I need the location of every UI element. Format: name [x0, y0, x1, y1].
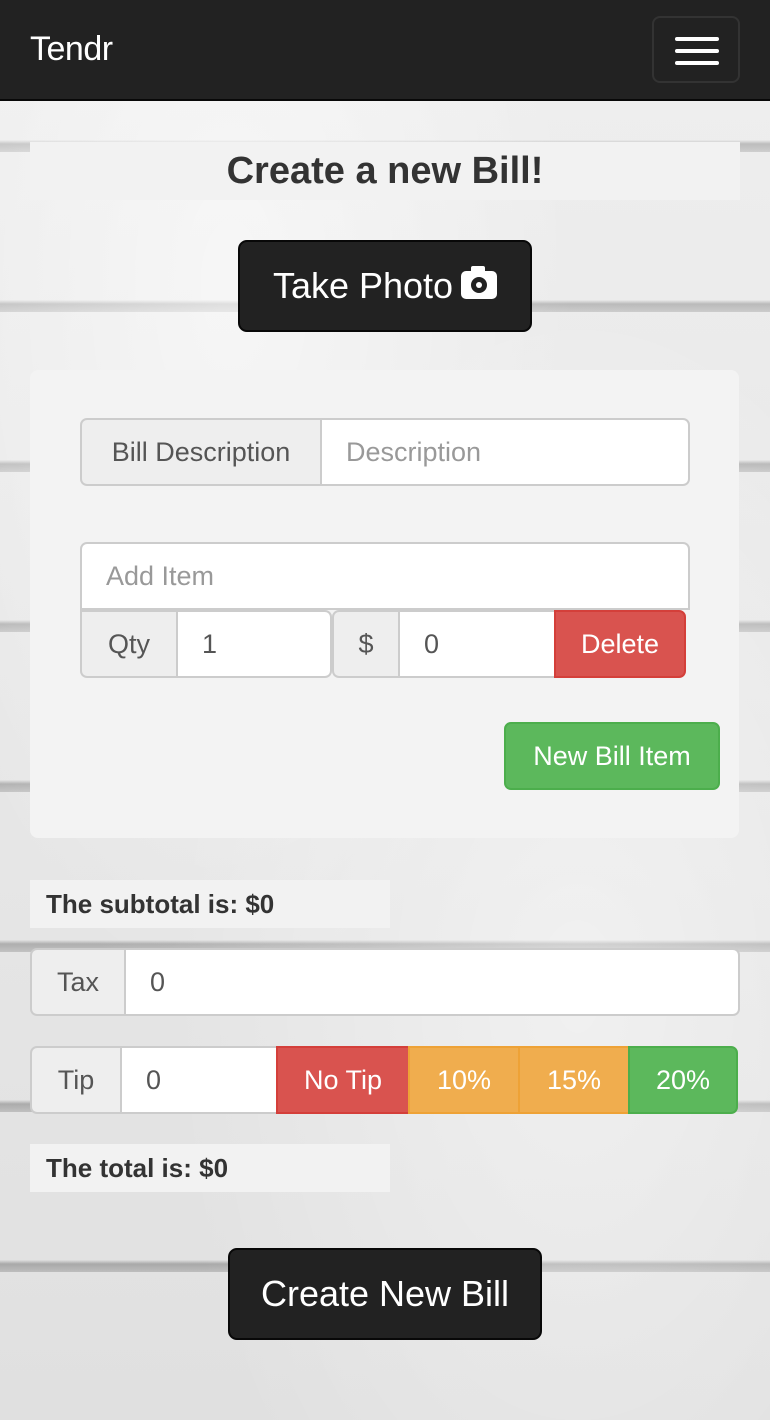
hamburger-menu-icon [675, 61, 719, 65]
subtotal-text: The subtotal is: $0 [30, 880, 390, 928]
create-new-bill-button[interactable]: Create New Bill [228, 1248, 542, 1340]
page-title-box: Create a new Bill! [30, 142, 740, 200]
bill-description-label: Bill Description [80, 418, 322, 486]
brand-link[interactable]: Tendr [30, 30, 113, 69]
hamburger-menu-icon [675, 37, 719, 41]
new-bill-item-button[interactable]: New Bill Item [504, 722, 720, 790]
tip-15-button[interactable]: 15% [518, 1046, 630, 1114]
no-tip-button[interactable]: No Tip [276, 1046, 410, 1114]
tip-10-button[interactable]: 10% [408, 1046, 520, 1114]
take-photo-label: Take Photo [272, 265, 454, 306]
page-title: Create a new Bill! [226, 150, 544, 192]
qty-input[interactable]: 1 [176, 610, 332, 678]
delete-item-button[interactable]: Delete [554, 610, 686, 678]
tip-input[interactable]: 0 [120, 1046, 278, 1114]
camera-icon [461, 266, 498, 299]
bill-description-input[interactable]: Description [320, 418, 690, 486]
qty-label: Qty [80, 610, 178, 678]
tip-label: Tip [30, 1046, 122, 1114]
menu-toggle-button[interactable] [652, 16, 740, 83]
price-currency-label: $ [332, 610, 400, 678]
tax-label: Tax [30, 948, 126, 1016]
navbar: Tendr [0, 0, 770, 101]
total-text: The total is: $0 [30, 1144, 390, 1192]
price-input[interactable]: 0 [398, 610, 556, 678]
hamburger-menu-icon [675, 49, 719, 53]
tip-20-button[interactable]: 20% [628, 1046, 738, 1114]
take-photo-button[interactable]: Take Photo [238, 240, 532, 332]
tax-input[interactable]: 0 [124, 948, 740, 1016]
add-item-input[interactable]: Add Item [80, 542, 690, 610]
